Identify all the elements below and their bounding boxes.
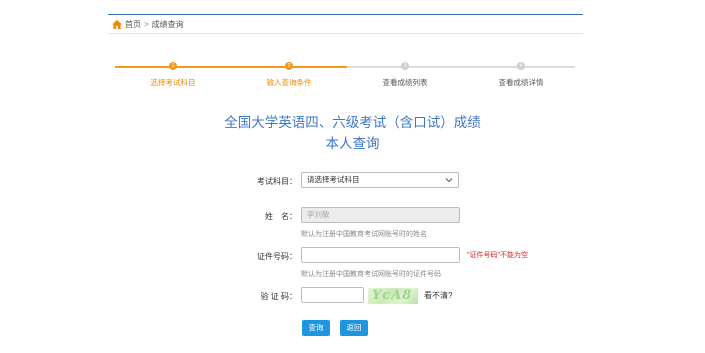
captcha-label: 验 证 码： bbox=[260, 292, 297, 301]
query-button[interactable]: 查询 bbox=[302, 320, 330, 336]
home-icon[interactable] bbox=[112, 19, 122, 29]
step-2: 2 输入查询条件 bbox=[231, 60, 347, 88]
name-field: 李刘敏 bbox=[301, 207, 460, 223]
name-label: 姓 名： bbox=[265, 212, 297, 221]
name-hint: 默认为注册中国教育考试网账号时的姓名 bbox=[301, 231, 427, 238]
captcha-image-text: YcA8 bbox=[372, 288, 413, 303]
breadcrumb-separator: > bbox=[144, 19, 149, 29]
step-1-marker: 1 bbox=[169, 62, 177, 70]
step-1-label: 选择考试科目 bbox=[150, 78, 196, 87]
id-number-hint: 默认为注册中国教育考试网账号时的证件号码 bbox=[301, 271, 441, 278]
breadcrumb-current: 成绩查询 bbox=[151, 19, 184, 29]
breadcrumb-divider bbox=[108, 33, 583, 34]
step-2-label: 输入查询条件 bbox=[266, 78, 312, 87]
step-4-label: 查看成绩详情 bbox=[498, 78, 544, 87]
subject-select[interactable]: 请选择考试科目 bbox=[301, 172, 459, 188]
breadcrumb: 首页 > 成绩查询 bbox=[112, 18, 184, 30]
step-4-marker: 4 bbox=[517, 62, 525, 70]
subject-label: 考试科目： bbox=[257, 177, 297, 186]
step-3-label: 查看成绩列表 bbox=[382, 78, 428, 87]
captcha-refresh-link[interactable]: 看不清? bbox=[424, 290, 452, 301]
chevron-down-icon bbox=[445, 178, 453, 183]
step-1: 1 选择考试科目 bbox=[115, 60, 231, 88]
step-3-marker: 3 bbox=[401, 62, 409, 70]
back-button[interactable]: 返回 bbox=[340, 320, 368, 336]
id-number-error: "证件号码"不能为空 bbox=[467, 252, 528, 259]
step-3: 3 查看成绩列表 bbox=[347, 60, 463, 88]
subject-select-value: 请选择考试科目 bbox=[307, 175, 360, 184]
captcha-input[interactable] bbox=[301, 287, 364, 303]
step-2-marker: 2 bbox=[285, 62, 293, 70]
page-subtitle: 本人查询 bbox=[325, 136, 380, 151]
step-4: 4 查看成绩详情 bbox=[463, 60, 579, 88]
id-number-label: 证件号码： bbox=[257, 252, 297, 261]
top-border bbox=[108, 14, 583, 15]
page-title: 全国大学英语四、六级考试（含口试）成绩 bbox=[224, 115, 481, 130]
progress-steps: 1 选择考试科目 2 输入查询条件 3 查看成绩列表 4 查看成绩详情 bbox=[115, 60, 575, 90]
breadcrumb-home[interactable]: 首页 bbox=[125, 19, 141, 30]
captcha-image[interactable]: YcA8 bbox=[368, 288, 418, 304]
id-number-field[interactable] bbox=[301, 247, 460, 263]
